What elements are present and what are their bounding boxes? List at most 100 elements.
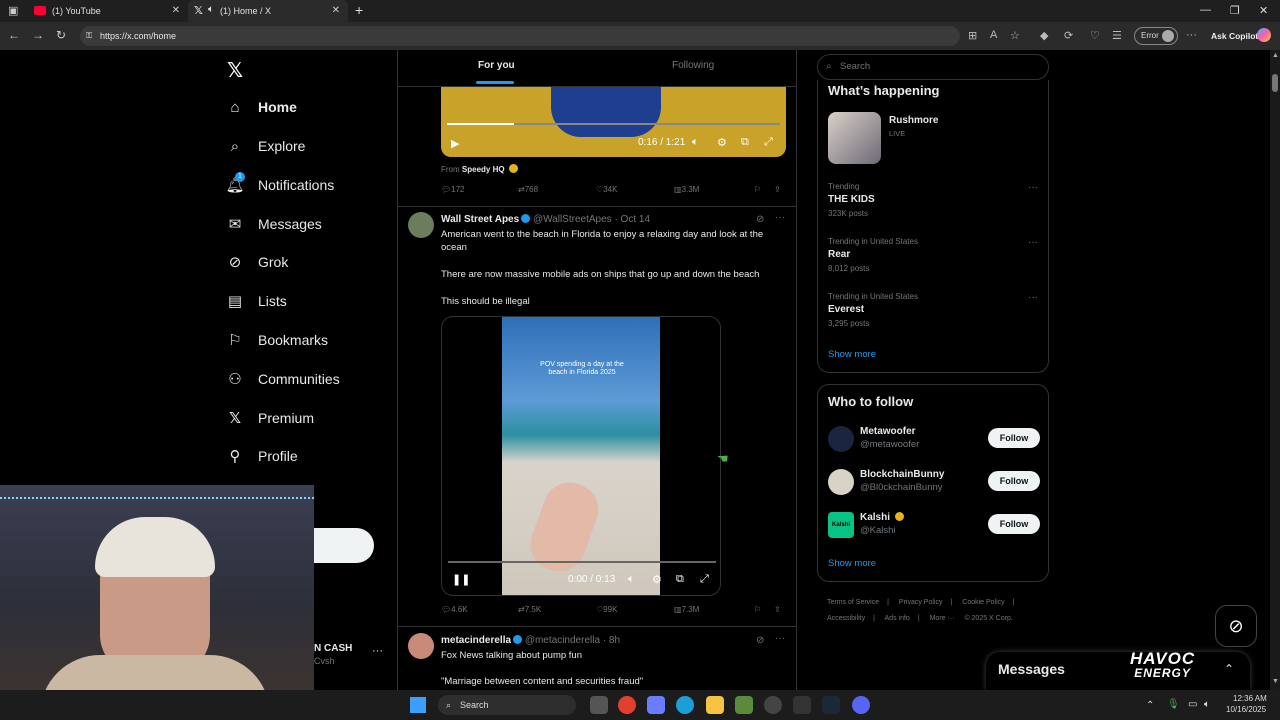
speaker-icon[interactable]: 🔈︎	[208, 4, 214, 15]
windows-start-icon[interactable]	[410, 697, 426, 713]
steam-icon[interactable]	[822, 696, 840, 714]
fullscreen-icon[interactable]: ⤢	[764, 136, 773, 149]
settings-icon[interactable]: ⚙	[717, 136, 727, 149]
share-icon[interactable]: ⇪	[774, 185, 781, 194]
nav-profile[interactable]: ⚲ Profile	[226, 441, 298, 471]
fullscreen-icon[interactable]: ⤢	[700, 573, 709, 586]
video-progress-bar[interactable]	[447, 123, 780, 125]
account-switcher[interactable]: N CASH Cvsh ···	[314, 640, 394, 670]
footer-link[interactable]: Cookie Policy	[962, 599, 1004, 606]
network-icon[interactable]: ▭	[1188, 699, 1197, 710]
scrollbar-thumb[interactable]	[1272, 74, 1278, 92]
live-event[interactable]: Rushmore LIVE	[828, 112, 1040, 166]
more-icon[interactable]: ···	[1028, 237, 1038, 248]
browser-essentials-icon[interactable]: ♡	[1090, 29, 1100, 42]
more-icon[interactable]: ···	[775, 633, 785, 644]
chevron-up-icon[interactable]: ⌃	[1224, 662, 1234, 676]
follow-button[interactable]: Follow	[988, 471, 1040, 491]
tray-chevron-icon[interactable]: ⌃	[1146, 700, 1154, 711]
bookmark-icon[interactable]: ⚐	[754, 185, 761, 194]
site-info-icon[interactable]: ⚿	[86, 26, 92, 46]
follow-suggestion[interactable]: Metawoofer @metawoofer Follow	[828, 424, 1040, 454]
nav-messages[interactable]: ✉ Messages	[226, 209, 322, 239]
maximize-icon[interactable]: ❐	[1230, 4, 1240, 17]
app-install-icon[interactable]: ⊞	[968, 29, 977, 42]
nav-explore[interactable]: ⌕ Explore	[226, 131, 306, 161]
sync-icon[interactable]: ⟳	[1064, 29, 1073, 42]
discord-icon[interactable]	[852, 696, 870, 714]
microphone-icon[interactable]: 🎙︎	[1167, 699, 1180, 710]
volume-icon[interactable]: 🔈︎	[1204, 699, 1210, 710]
scroll-up-icon[interactable]: ▲	[1272, 52, 1279, 59]
close-icon[interactable]: ✕	[332, 5, 340, 16]
follow-suggestion[interactable]: BlockchainBunny @Bl0ckchainBunny Follow	[828, 467, 1040, 497]
tab-youtube[interactable]: (1) YouTube ✕	[30, 0, 188, 22]
reply-button[interactable]: 💬︎ 4.6K	[441, 605, 468, 614]
footer-link[interactable]: Terms of Service	[827, 599, 879, 606]
grok-icon[interactable]: ⊘	[756, 214, 764, 225]
chrome-icon[interactable]	[618, 696, 636, 714]
more-icon[interactable]: ···	[775, 212, 785, 223]
video-player[interactable]: POV spending a day at the beach in Flori…	[441, 316, 721, 596]
app-icon[interactable]	[793, 696, 811, 714]
show-more-link[interactable]: Show more	[828, 558, 876, 569]
follow-button[interactable]: Follow	[988, 514, 1040, 534]
more-icon[interactable]: ···	[1028, 292, 1038, 303]
refresh-icon[interactable]: ↻	[56, 28, 66, 42]
scroll-down-icon[interactable]: ▼	[1272, 678, 1279, 685]
file-explorer-icon[interactable]	[706, 696, 724, 714]
copilot-label[interactable]: Ask Copilot	[1211, 31, 1258, 41]
back-icon[interactable]: ←	[8, 28, 20, 42]
follow-suggestion[interactable]: Kalshi Kalshi @Kalshi Follow	[828, 510, 1040, 540]
x-logo-icon[interactable]: 𝕏	[227, 58, 243, 83]
reply-button[interactable]: 💬︎ 172	[441, 185, 465, 194]
page-scrollbar[interactable]: ▲ ▼	[1270, 50, 1280, 690]
trend-item[interactable]: Trending in United States Rear 8,012 pos…	[818, 233, 1048, 279]
nav-notifications[interactable]: 🔔︎ 1 Notifications	[225, 170, 334, 200]
like-button[interactable]: ♡ 34K	[596, 185, 617, 194]
footer-link[interactable]: Ads info	[885, 615, 910, 622]
search-input[interactable]: ⌕ Search	[817, 54, 1049, 80]
copilot-app-icon[interactable]	[647, 696, 665, 714]
messages-drawer[interactable]: Messages ⌃	[986, 652, 1250, 690]
url-field[interactable]: ⚿ https://x.com/home	[80, 26, 960, 46]
views-button[interactable]: ▥ 7.3M	[674, 605, 699, 614]
nav-communities[interactable]: ⚇ Communities	[226, 364, 339, 394]
trend-item[interactable]: Trending in United States Everest 3,295 …	[818, 288, 1048, 334]
task-view-icon[interactable]	[590, 696, 608, 714]
video-progress-bar[interactable]	[448, 561, 716, 563]
repost-button[interactable]: ⇄ 7.5K	[518, 605, 541, 614]
bookmark-icon[interactable]: ⚐	[754, 605, 761, 614]
play-icon[interactable]: ▶	[451, 137, 459, 150]
favorite-star-icon[interactable]: ☆	[1010, 29, 1020, 42]
minecraft-icon[interactable]	[735, 696, 753, 714]
views-button[interactable]: ▥ 3.3M	[674, 185, 699, 194]
edge-icon[interactable]	[676, 696, 694, 714]
clock-time[interactable]: 12:36 AM	[1233, 694, 1267, 703]
taskbar-search[interactable]: ⌕ Search	[438, 695, 576, 715]
video-player[interactable]: ▶ 0:16 / 1:21 🔈︎ ⚙ ⧉ ⤢	[441, 87, 786, 157]
footer-link[interactable]: More ···	[930, 615, 955, 622]
show-more-link[interactable]: Show more	[828, 349, 876, 360]
like-button[interactable]: ♡ 99K	[596, 605, 617, 614]
volume-icon[interactable]: 🔈︎	[628, 573, 635, 586]
nav-lists[interactable]: ▤ Lists	[226, 286, 287, 316]
obs-icon[interactable]	[764, 696, 782, 714]
footer-link[interactable]: Accessibility	[827, 615, 865, 622]
settings-icon[interactable]: ⚙	[652, 573, 662, 586]
follow-button[interactable]: Follow	[988, 428, 1040, 448]
new-tab-icon[interactable]: +	[355, 2, 363, 18]
share-icon[interactable]: ⇪	[774, 605, 781, 614]
tweet-author[interactable]: metacinderella @metacinderella · 8h	[441, 635, 620, 646]
tweet-author[interactable]: Wall Street Apes @WallStreetApes · Oct 1…	[441, 214, 650, 225]
clock-date[interactable]: 10/16/2025	[1226, 705, 1266, 714]
footer-link[interactable]: Privacy Policy	[899, 599, 943, 606]
volume-icon[interactable]: 🔈︎	[692, 136, 699, 149]
pip-icon[interactable]: ⧉	[676, 573, 684, 586]
pause-icon[interactable]: ❚❚	[452, 573, 470, 586]
close-icon[interactable]: ✕	[172, 5, 180, 16]
tab-actions-icon[interactable]: ▣	[8, 4, 18, 17]
minimize-icon[interactable]: —	[1200, 4, 1211, 16]
grok-icon[interactable]: ⊘	[756, 635, 764, 646]
source-name[interactable]: Speedy HQ	[462, 165, 505, 174]
